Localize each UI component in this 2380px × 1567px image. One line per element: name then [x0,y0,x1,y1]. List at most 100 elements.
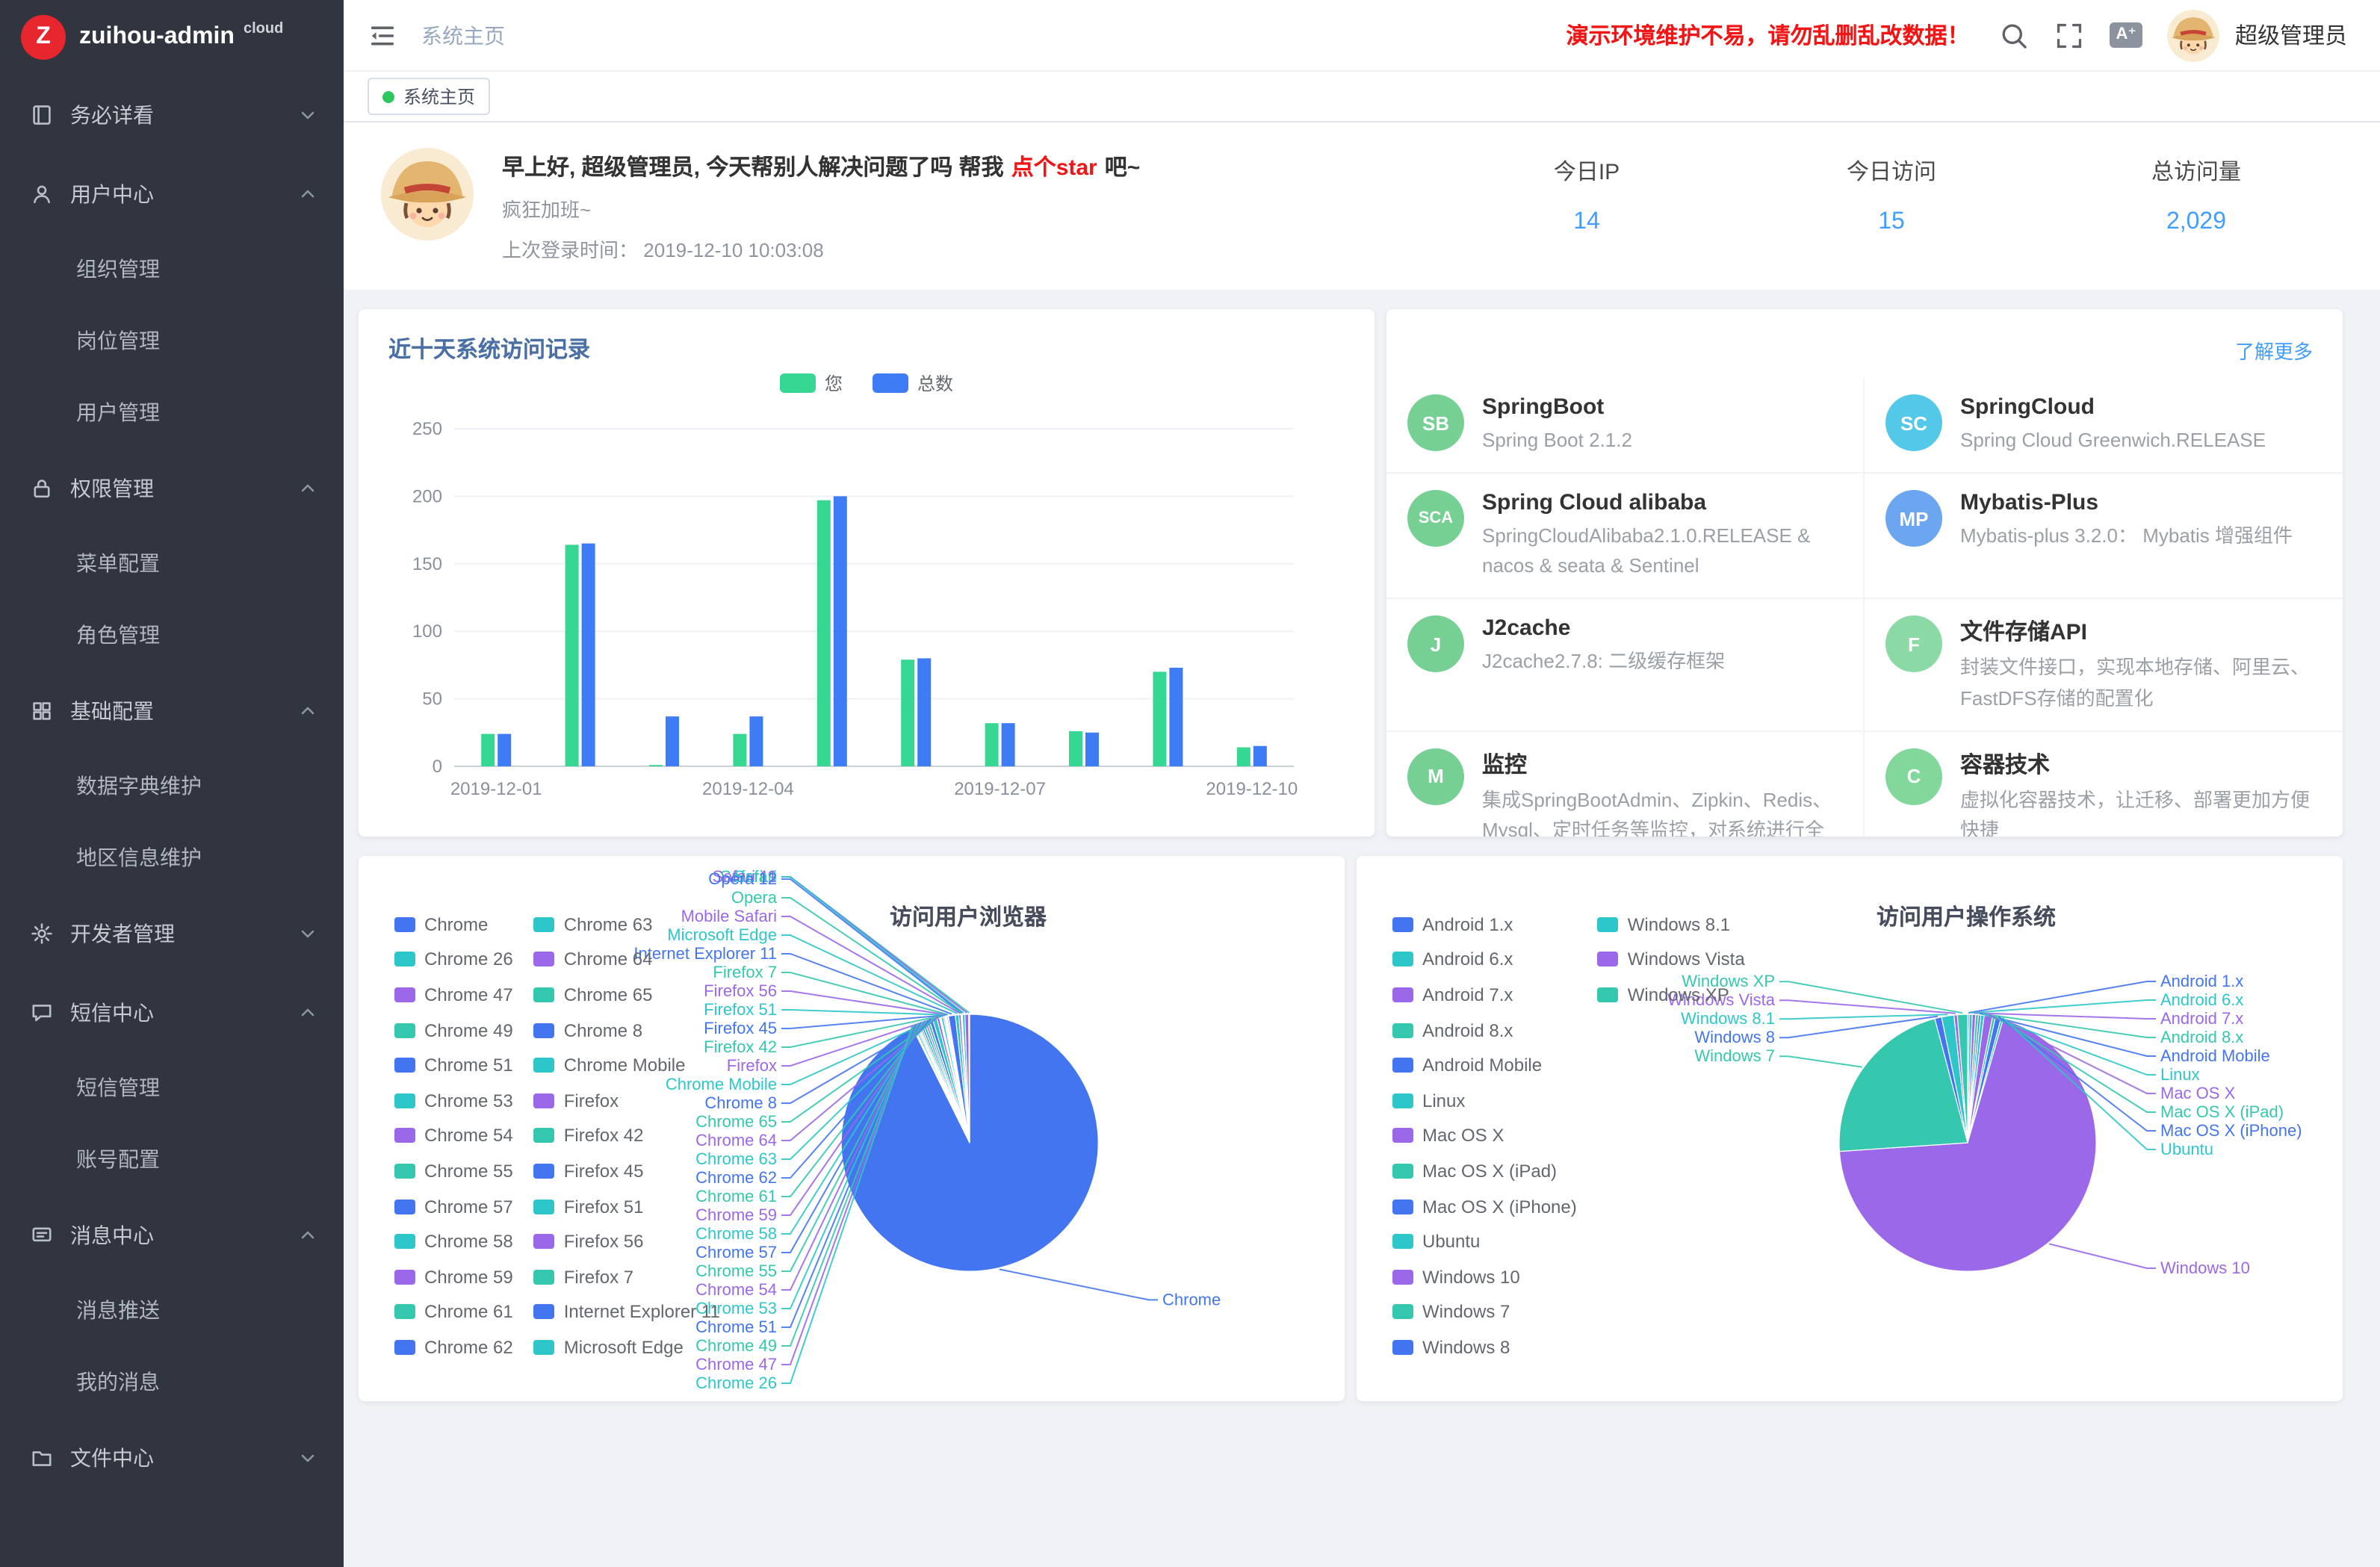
legend-item[interactable]: Android Mobile [1392,1048,1577,1083]
bar[interactable] [1153,671,1166,766]
legend-item[interactable]: Chrome 26 [394,942,513,977]
sidebar-subitem[interactable]: 短信管理 [0,1052,344,1123]
sidebar-subitem[interactable]: 角色管理 [0,599,344,671]
legend-item[interactable]: Android 7.x [1392,977,1577,1012]
legend-item[interactable]: Microsoft Edge [534,1329,720,1365]
stats-group: 今日IP 14 今日访问 15 总访问量 2,029 [1467,155,2316,236]
bar[interactable] [1169,668,1183,766]
legend-item[interactable]: Ubuntu [1392,1224,1577,1259]
legend-item[interactable]: Firefox 51 [534,1189,720,1224]
menu-collapse-icon[interactable] [368,20,397,50]
legend-label: Firefox 51 [564,1196,644,1217]
star-link[interactable]: 点个star [1011,155,1097,181]
legend-item[interactable]: Android 6.x [1392,942,1577,977]
legend-item[interactable]: Windows Vista [1598,942,1745,977]
bar[interactable] [733,734,746,766]
legend-item[interactable]: Chrome 62 [394,1329,513,1365]
bar[interactable] [1237,748,1251,766]
legend-item[interactable]: Android 8.x [1392,1013,1577,1048]
legend-item[interactable]: Chrome 59 [394,1259,513,1294]
legend-item[interactable]: Windows 10 [1392,1259,1577,1294]
bar[interactable] [481,734,495,766]
legend-item[interactable]: Chrome 63 [534,907,720,942]
gear-icon [30,921,54,945]
bar[interactable] [1085,733,1099,766]
legend-item[interactable]: Mac OS X (iPhone) [1392,1189,1577,1224]
fullscreen-icon[interactable] [2054,20,2084,50]
legend-item[interactable]: Chrome 47 [394,977,513,1012]
avatar[interactable] [2166,8,2220,62]
sidebar-subitem[interactable]: 消息推送 [0,1274,344,1346]
sidebar-subitem[interactable]: 我的消息 [0,1346,344,1418]
logo[interactable]: Z zuihou-admin cloud [0,0,344,75]
bar[interactable] [917,658,931,766]
legend-item[interactable]: Firefox 45 [534,1153,720,1188]
legend-item[interactable]: Mac OS X [1392,1118,1577,1153]
bar[interactable] [565,544,579,766]
sidebar-item[interactable]: 消息中心 [0,1195,344,1274]
sidebar-subitem[interactable]: 用户管理 [0,376,344,448]
bar[interactable] [834,496,847,766]
sidebar-item[interactable]: 基础配置 [0,671,344,750]
legend-item[interactable]: Mac OS X (iPad) [1392,1153,1577,1188]
legend-item[interactable]: Chrome 49 [394,1013,513,1048]
bar[interactable] [498,734,511,766]
legend-item[interactable]: Chrome Mobile [534,1048,720,1083]
legend-item[interactable]: Linux [1392,1083,1577,1118]
sidebar-item[interactable]: 文件中心 [0,1418,344,1497]
legend-item[interactable]: Firefox [534,1083,720,1118]
legend-item[interactable]: Windows XP [1598,977,1745,1012]
legend-swatch [394,1023,415,1037]
legend-item[interactable]: Chrome 53 [394,1083,513,1118]
sidebar-item[interactable]: 短信中心 [0,972,344,1052]
legend-item[interactable]: Chrome 58 [394,1224,513,1259]
bar[interactable] [1069,731,1082,766]
bar[interactable] [666,716,679,766]
legend-item[interactable]: Chrome [394,907,513,942]
legend-item[interactable]: Chrome 55 [394,1153,513,1188]
legend-item[interactable]: 您 [780,373,843,394]
bar[interactable] [901,660,914,766]
sidebar-item[interactable]: 权限管理 [0,448,344,527]
legend-item[interactable]: Firefox 42 [534,1118,720,1153]
legend-item[interactable]: Chrome 57 [394,1189,513,1224]
legend-item[interactable]: Chrome 8 [534,1013,720,1048]
sidebar-subitem[interactable]: 地区信息维护 [0,822,344,893]
legend-item[interactable]: Windows 7 [1392,1294,1577,1329]
bar[interactable] [985,723,999,766]
legend-item[interactable]: Android 1.x [1392,907,1577,942]
bar[interactable] [582,544,595,766]
legend-item[interactable]: Chrome 65 [534,977,720,1012]
sidebar-subitem[interactable]: 组织管理 [0,233,344,305]
legend-item[interactable]: Chrome 54 [394,1118,513,1153]
legend-item[interactable]: Windows 8 [1392,1329,1577,1365]
legend-item[interactable]: Chrome 51 [394,1048,513,1083]
bar[interactable] [1253,746,1267,766]
legend-label: Firefox 56 [564,1231,644,1252]
legend-label: Mac OS X [1422,1126,1504,1146]
bar[interactable] [749,716,763,766]
font-size-icon[interactable]: A⁺ [2110,22,2142,48]
legend-item[interactable]: Windows 8.1 [1598,907,1745,942]
sidebar-subitem[interactable]: 菜单配置 [0,527,344,599]
learn-more-link[interactable]: 了解更多 [2235,336,2313,364]
legend-item[interactable]: 总数 [873,373,953,394]
bar[interactable] [1002,723,1015,766]
legend-swatch [394,1269,415,1284]
sidebar-subitem[interactable]: 岗位管理 [0,305,344,376]
legend-item[interactable]: Internet Explorer 11 [534,1294,720,1329]
bar[interactable] [649,765,663,766]
legend-item[interactable]: Firefox 7 [534,1259,720,1294]
tab-system-home[interactable]: 系统主页 [368,78,490,115]
legend-item[interactable]: Chrome 61 [394,1294,513,1329]
search-icon[interactable] [1999,20,2029,50]
bar[interactable] [817,500,831,766]
sidebar-item[interactable]: 务必详看 [0,75,344,154]
sidebar-item[interactable]: 开发者管理 [0,893,344,972]
legend-item[interactable]: Chrome 64 [534,942,720,977]
sidebar-subitem[interactable]: 数据字典维护 [0,750,344,822]
legend-item[interactable]: Firefox 56 [534,1224,720,1259]
sidebar-item[interactable]: 用户中心 [0,154,344,233]
sidebar-subitem[interactable]: 账号配置 [0,1123,344,1195]
tech-desc: Mybatis-plus 3.2.0： Mybatis 增强组件 [1960,521,2293,551]
